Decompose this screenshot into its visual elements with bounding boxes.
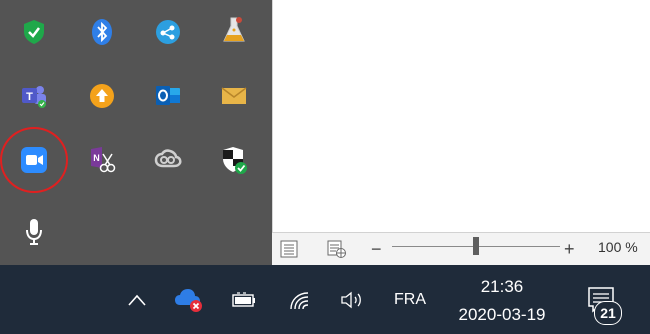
defender-shield-icon xyxy=(223,147,247,174)
mail-envelope-icon xyxy=(221,87,247,104)
svg-text:N: N xyxy=(93,153,100,163)
zoom-icon-highlight-circle xyxy=(0,127,68,193)
share-network-icon xyxy=(156,20,180,44)
tray-item-outlook[interactable] xyxy=(148,76,188,116)
zoom-out-button[interactable]: − xyxy=(371,239,382,259)
tray-item-teams[interactable]: T xyxy=(14,76,54,116)
battery-icon xyxy=(232,292,255,307)
zoom-slider-thumb[interactable] xyxy=(473,237,479,255)
svg-text:T: T xyxy=(26,91,33,103)
flask-icon xyxy=(223,17,245,42)
clock-date[interactable]: 2020-03-19 xyxy=(438,305,566,325)
tray-item-onenote-clipper[interactable]: N xyxy=(82,140,122,180)
word-status-bar: − + xyxy=(272,232,650,266)
teams-icon: T xyxy=(22,86,46,108)
tray-item-microphone[interactable] xyxy=(14,212,54,252)
creative-cloud-icon xyxy=(154,149,182,168)
upload-arrow-icon xyxy=(90,84,114,108)
print-layout-icon xyxy=(280,240,298,258)
wifi-icon xyxy=(290,292,309,310)
notification-count-badge: 21 xyxy=(594,301,622,325)
document-page[interactable] xyxy=(273,0,650,232)
zoom-in-button[interactable]: + xyxy=(564,239,575,259)
outlook-icon xyxy=(156,86,180,105)
taskbar: FRA 21:36 2020-03-19 21 xyxy=(0,265,650,334)
network-button[interactable] xyxy=(284,285,316,315)
document-canvas[interactable] xyxy=(272,0,650,232)
speaker-volume-icon xyxy=(341,291,361,309)
action-center-button[interactable]: 21 xyxy=(580,281,626,325)
microphone-icon xyxy=(26,219,42,245)
clock-time[interactable]: 21:36 xyxy=(452,277,552,297)
bluetooth-icon xyxy=(92,19,112,45)
input-language-button[interactable]: FRA xyxy=(388,289,432,311)
tray-item-mail[interactable] xyxy=(214,76,254,116)
tray-item-security[interactable] xyxy=(14,12,54,52)
onedrive-error-icon xyxy=(175,289,202,312)
print-layout-view-button[interactable] xyxy=(276,238,302,260)
onedrive-status-button[interactable] xyxy=(172,283,208,317)
web-layout-view-button[interactable] xyxy=(324,238,350,260)
shield-check-icon xyxy=(24,20,44,44)
tray-overflow-flyout: T N xyxy=(0,0,272,265)
zoom-level-label[interactable]: 100 % xyxy=(598,239,638,255)
tray-item-flask[interactable] xyxy=(214,10,254,50)
tray-item-creative-cloud[interactable] xyxy=(148,140,188,180)
tray-item-defender[interactable] xyxy=(214,140,254,180)
tray-item-bluetooth[interactable] xyxy=(82,12,122,52)
tray-item-share[interactable] xyxy=(148,12,188,52)
web-layout-icon xyxy=(327,240,346,258)
chevron-up-icon xyxy=(128,294,146,306)
show-hidden-icons-button[interactable] xyxy=(122,285,152,315)
onenote-scissors-icon: N xyxy=(91,147,116,173)
tray-item-upload[interactable] xyxy=(82,76,122,116)
battery-button[interactable] xyxy=(228,285,260,315)
volume-button[interactable] xyxy=(336,285,370,315)
